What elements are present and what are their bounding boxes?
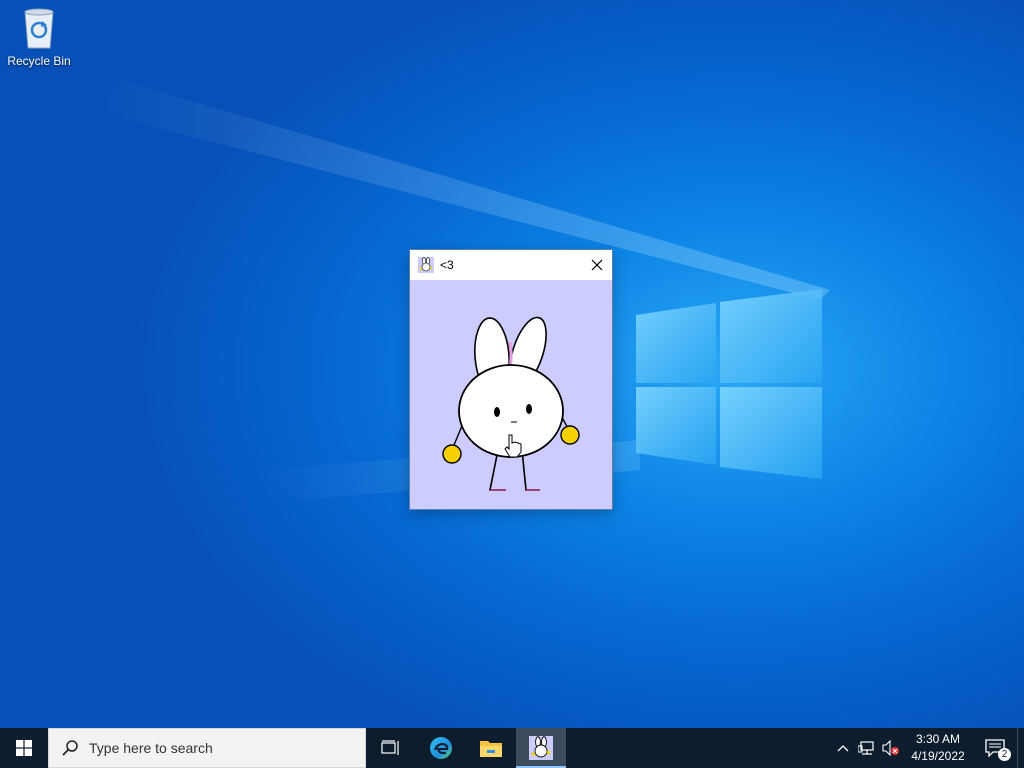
show-desktop-button[interactable] (1017, 728, 1024, 768)
notification-count-badge: 2 (998, 748, 1011, 761)
close-icon (591, 259, 603, 271)
window-title: <3 (440, 258, 454, 272)
folder-icon (480, 741, 502, 757)
task-view-icon (381, 740, 399, 755)
chevron-up-icon (837, 745, 849, 752)
system-tray: 3:30 AM 4/19/2022 2 (831, 728, 1024, 768)
clock-time: 3:30 AM (915, 732, 961, 746)
taskbar-file-explorer-button[interactable] (466, 728, 516, 768)
desktop-icon-label: Recycle Bin (7, 54, 71, 68)
taskbar-edge-button[interactable] (416, 728, 466, 768)
window-titlebar[interactable]: <3 (410, 250, 612, 280)
bunny-icon (418, 257, 434, 273)
start-button[interactable] (0, 728, 48, 768)
clock-date: 4/19/2022 (911, 749, 965, 763)
tray-volume-button[interactable] (879, 728, 903, 768)
bunny-illustration (442, 316, 580, 491)
tray-overflow-button[interactable] (831, 728, 855, 768)
tray-clock[interactable]: 3:30 AM 4/19/2022 (903, 731, 973, 765)
edge-icon (430, 737, 452, 759)
taskbar-bunny-app-button[interactable] (516, 728, 566, 768)
action-center-button[interactable]: 2 (973, 728, 1017, 768)
bunny-icon (529, 736, 553, 760)
taskbar-search-box[interactable]: Type here to search (48, 728, 366, 768)
volume-muted-icon (882, 740, 899, 756)
taskbar-task-view-button[interactable] (366, 728, 416, 768)
wallpaper-windows-logo (636, 289, 822, 479)
windows-start-icon (16, 740, 32, 756)
recycle-bin-icon (24, 8, 54, 49)
taskbar: Type here to search 3:30 AM 4/19/2022 2 (0, 728, 1024, 768)
bunny-app-window[interactable]: <3 (409, 249, 613, 510)
search-placeholder: Type here to search (89, 740, 213, 756)
window-client-area[interactable] (410, 280, 612, 509)
search-icon (62, 740, 78, 756)
desktop-icon-recycle-bin[interactable]: Recycle Bin (4, 6, 74, 76)
window-close-button[interactable] (582, 250, 612, 280)
network-icon (858, 741, 874, 755)
tray-network-button[interactable] (855, 728, 879, 768)
